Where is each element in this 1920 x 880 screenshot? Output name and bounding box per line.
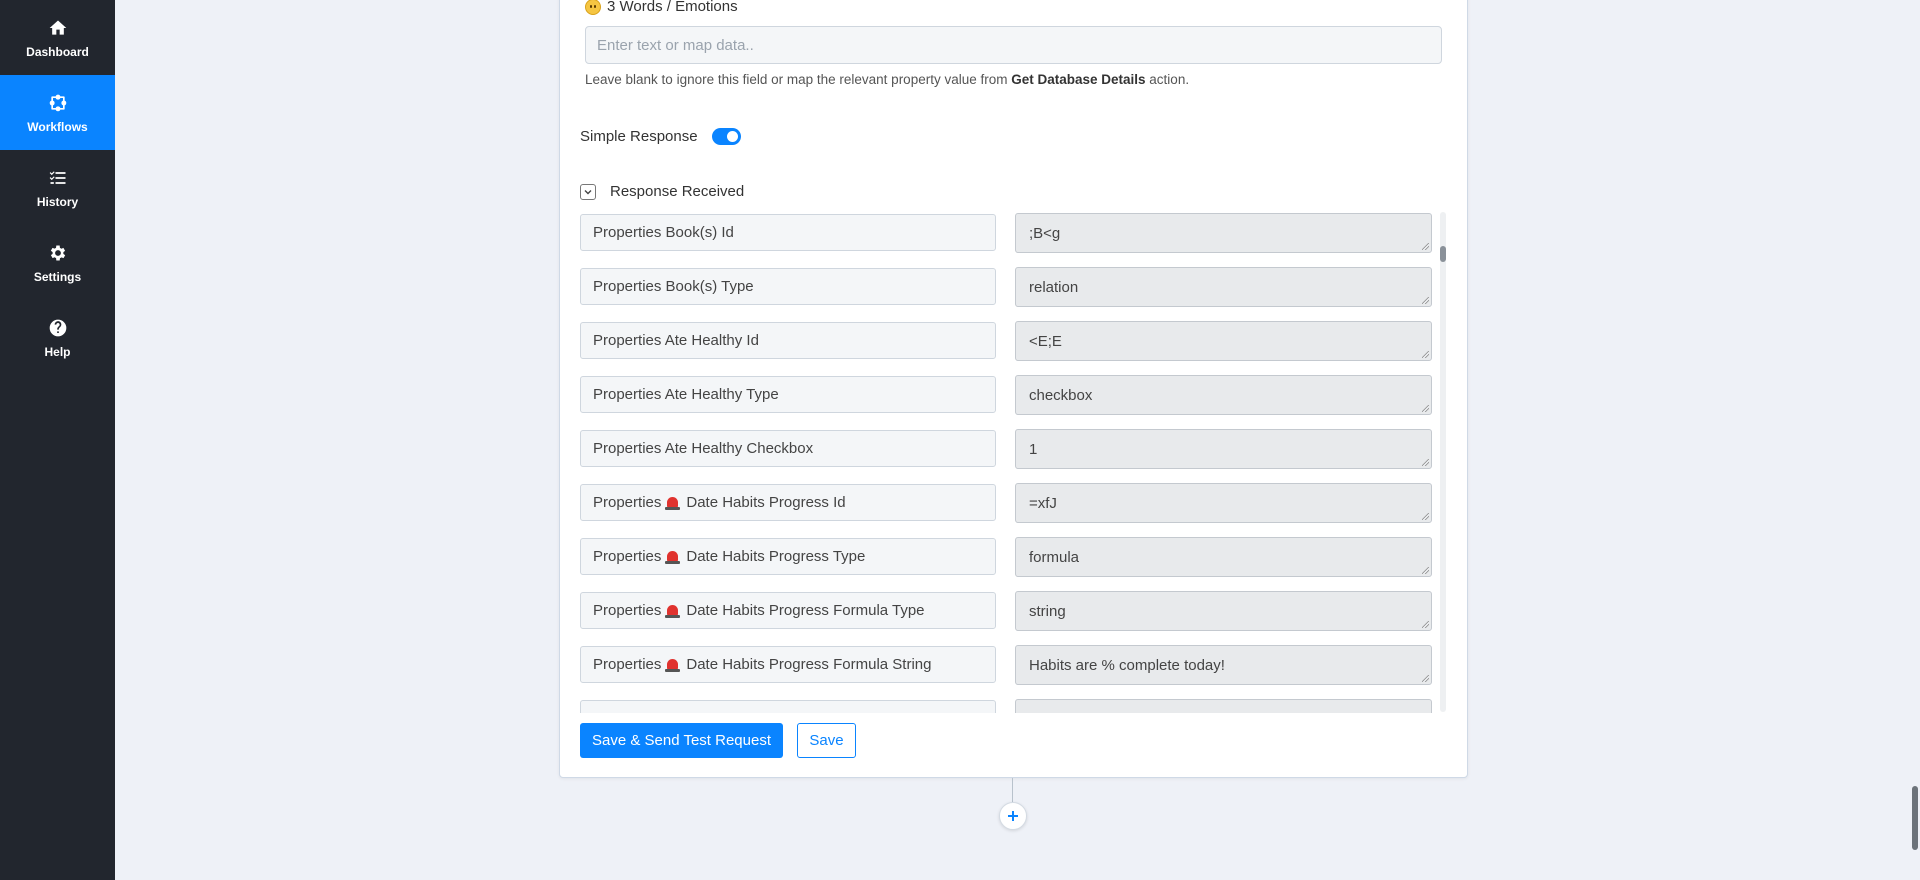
emotions-input[interactable]: Enter text or map data.. <box>585 26 1442 64</box>
response-received-row: Response Received <box>580 183 744 200</box>
response-row: Properties Date Habits Progress Type formu… <box>580 537 1438 577</box>
hint-action-name: Get Database Details <box>1011 72 1146 87</box>
response-row: Properties Date Habits Progress Id =xfJ <box>580 483 1438 523</box>
response-row: Properties Date Habits Progress Formula S… <box>580 645 1438 685</box>
response-field-name: Properties Date Habits Progress Id <box>580 484 996 521</box>
add-step-button[interactable] <box>999 802 1027 830</box>
sidebar-item-settings[interactable]: Settings <box>0 225 115 300</box>
list-check-icon <box>47 167 69 189</box>
response-field-name <box>580 700 996 713</box>
neutral-face-emoji-icon <box>585 0 601 15</box>
sidebar-item-workflows[interactable]: Workflows <box>0 75 115 150</box>
field-name-rest: Date Habits Progress Formula Type <box>686 602 925 619</box>
response-row: Properties Ate Healthy Checkbox 1 <box>580 429 1438 469</box>
sidebar-item-label: History <box>36 194 79 209</box>
field-hint: Leave blank to ignore this field or map … <box>585 72 1189 87</box>
response-fields-list: Properties Book(s) Id ;B<g Properties Book… <box>580 213 1438 713</box>
response-field-value[interactable]: 1 <box>1015 429 1432 469</box>
field-name-prefix: Properties Ate Healthy Id <box>593 332 759 349</box>
response-field-value[interactable]: ;B<g <box>1015 213 1432 253</box>
workflow-icon <box>47 92 69 114</box>
siren-emoji-icon <box>665 497 681 510</box>
field-name-prefix: Properties <box>593 602 662 619</box>
field-name-rest: Date Habits Progress Id <box>686 494 846 511</box>
response-field-value[interactable]: checkbox <box>1015 375 1432 415</box>
response-field-name: Properties Ate Healthy Type <box>580 376 996 413</box>
sidebar-item-label: Workflows <box>27 119 88 134</box>
gear-icon <box>47 242 69 264</box>
siren-emoji-icon <box>665 605 681 618</box>
chevron-down-icon <box>584 189 592 194</box>
sidebar-item-label: Help <box>44 344 71 359</box>
sidebar: Dashboard Workflows History Settings Hel… <box>0 0 115 880</box>
sidebar-item-label: Dashboard <box>26 44 89 59</box>
field-title: 3 Words / Emotions <box>585 0 738 15</box>
response-field-name: Properties Date Habits Progress Type <box>580 538 996 575</box>
sidebar-item-history[interactable]: History <box>0 150 115 225</box>
response-field-name: Properties Ate Healthy Id <box>580 322 996 359</box>
response-row: Properties Book(s) Type relation <box>580 267 1438 307</box>
field-title-text: 3 Words / Emotions <box>607 0 738 15</box>
response-field-name: Properties Book(s) Type <box>580 268 996 305</box>
response-row <box>580 699 1438 713</box>
response-field-value[interactable]: relation <box>1015 267 1432 307</box>
simple-response-row: Simple Response <box>580 128 741 145</box>
field-name-rest: Date Habits Progress Formula String <box>686 656 932 673</box>
field-name-prefix: Properties <box>593 494 662 511</box>
response-field-name: Properties Book(s) Id <box>580 214 996 251</box>
home-icon <box>47 17 69 39</box>
page-scrollbar-thumb[interactable] <box>1912 786 1918 850</box>
field-name-prefix: Properties Ate Healthy Type <box>593 386 779 403</box>
response-field-value[interactable]: string <box>1015 591 1432 631</box>
sidebar-item-dashboard[interactable]: Dashboard <box>0 0 115 75</box>
response-received-label: Response Received <box>610 183 745 200</box>
hint-suffix: action. <box>1145 72 1190 87</box>
response-field-name: Properties Date Habits Progress Formula S… <box>580 646 996 683</box>
response-field-value[interactable]: formula <box>1015 537 1432 577</box>
response-field-value[interactable]: Habits are % complete today! <box>1015 645 1432 685</box>
response-row: Properties Ate Healthy Id <E;E <box>580 321 1438 361</box>
siren-emoji-icon <box>665 659 681 672</box>
response-list-scrollbar[interactable] <box>1440 212 1446 712</box>
response-field-value[interactable]: <E;E <box>1015 321 1432 361</box>
response-row: Properties Date Habits Progress Formula T… <box>580 591 1438 631</box>
simple-response-label: Simple Response <box>580 128 698 145</box>
response-row: Properties Ate Healthy Type checkbox <box>580 375 1438 415</box>
save-button[interactable]: Save <box>797 723 856 758</box>
field-name-prefix: Properties Ate Healthy Checkbox <box>593 440 814 457</box>
response-field-value[interactable] <box>1015 699 1432 713</box>
field-name-prefix: Properties <box>593 656 662 673</box>
field-name-prefix: Properties Book(s) Type <box>593 278 754 295</box>
save-and-send-test-request-button[interactable]: Save & Send Test Request <box>580 723 783 758</box>
field-name-prefix: Properties Book(s) Id <box>593 224 734 241</box>
hint-prefix: Leave blank to ignore this field or map … <box>585 72 1012 87</box>
emotions-input-placeholder: Enter text or map data.. <box>597 36 754 54</box>
field-name-rest: Date Habits Progress Type <box>686 548 866 565</box>
simple-response-toggle[interactable] <box>711 128 741 145</box>
sidebar-item-label: Settings <box>33 269 82 284</box>
siren-emoji-icon <box>665 551 681 564</box>
workflow-connector-line <box>1012 778 1013 802</box>
field-name-prefix: Properties <box>593 548 662 565</box>
response-row: Properties Book(s) Id ;B<g <box>580 213 1438 253</box>
response-field-name: Properties Date Habits Progress Formula T… <box>580 592 996 629</box>
plus-icon <box>1008 811 1018 821</box>
response-received-collapse-toggle[interactable] <box>580 183 596 200</box>
scrollbar-thumb[interactable] <box>1440 246 1446 262</box>
sidebar-item-help[interactable]: Help <box>0 300 115 375</box>
question-circle-icon <box>47 317 69 339</box>
response-field-name: Properties Ate Healthy Checkbox <box>580 430 996 467</box>
response-field-value[interactable]: =xfJ <box>1015 483 1432 523</box>
